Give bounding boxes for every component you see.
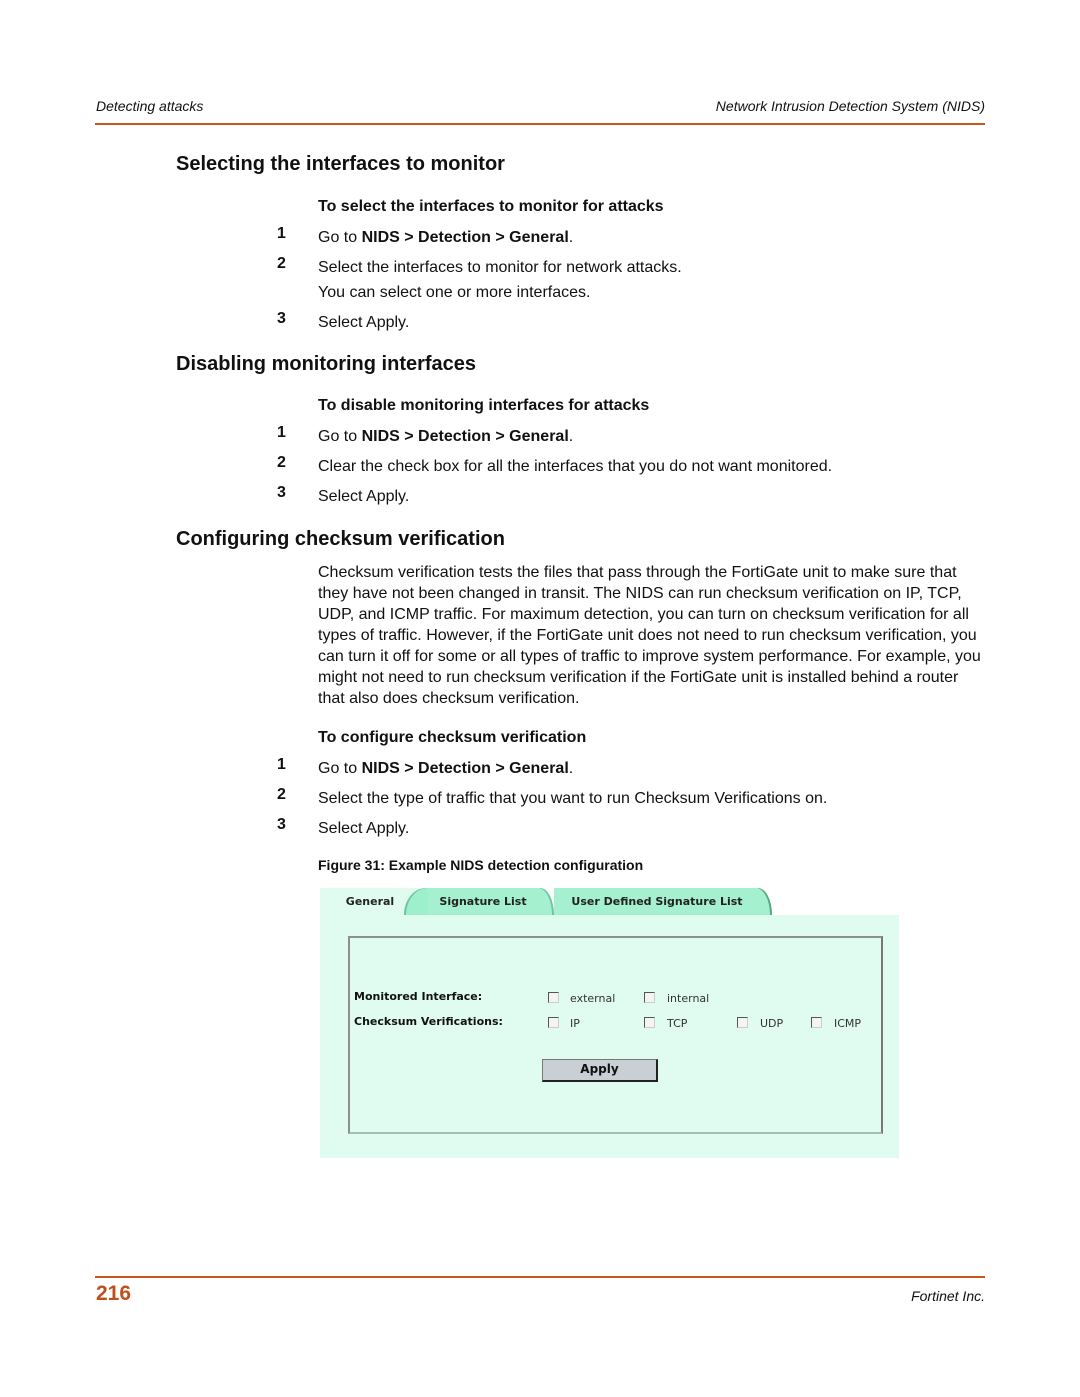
step-number: 2 (277, 454, 286, 471)
step-text: Select Apply. (318, 314, 410, 331)
step-text: Select Apply. (318, 488, 410, 505)
checksum-verifications-label: Checksum Verifications: (354, 1015, 503, 1028)
step-suffix: . (568, 428, 574, 445)
section-heading-checksum: Configuring checksum verification (176, 528, 505, 550)
step-text: Go to (318, 229, 362, 246)
step-text: Select Apply. (318, 820, 410, 837)
menu-path: NIDS > Detection > General (361, 760, 569, 777)
checkbox-ip[interactable] (548, 1017, 559, 1028)
step-number: 1 (277, 225, 286, 242)
checksum-paragraph: Checksum verification tests the files th… (318, 564, 981, 707)
section-heading-disable-interfaces: Disabling monitoring interfaces (176, 353, 477, 375)
tab-signature-list[interactable]: Signature List (424, 888, 554, 915)
procedure-title: To select the interfaces to monitor for … (318, 198, 664, 215)
footer-company: Fortinet Inc. (911, 1288, 985, 1304)
header-rule (95, 123, 985, 125)
figure-caption: Figure 31: Example NIDS detection config… (318, 857, 644, 873)
checkbox-label-tcp: TCP (667, 1017, 688, 1030)
step-number: 3 (277, 484, 286, 501)
step-text: Clear the check box for all the interfac… (318, 458, 833, 475)
tab-user-defined-signature-list[interactable]: User Defined Signature List (554, 888, 772, 915)
footer-rule (95, 1276, 985, 1278)
checkbox-udp[interactable] (737, 1017, 748, 1028)
checkbox-tcp[interactable] (644, 1017, 655, 1028)
step-suffix: . (568, 760, 574, 777)
checkbox-label-external: external (570, 992, 616, 1005)
procedure-title: To disable monitoring interfaces for att… (318, 397, 650, 414)
running-header-title: Network Intrusion Detection System (NIDS… (715, 98, 985, 114)
running-header-chapter: Detecting attacks (96, 98, 204, 114)
step-number: 2 (277, 786, 286, 803)
step-text: Go to (318, 760, 362, 777)
checkbox-icmp[interactable] (811, 1017, 822, 1028)
procedure-title: To configure checksum verification (318, 729, 587, 746)
tab-bar: User Defined Signature List Signature Li… (320, 888, 900, 915)
step-number: 1 (277, 756, 286, 773)
checkbox-external[interactable] (548, 992, 559, 1003)
tab-label: General (345, 895, 395, 908)
tab-general[interactable]: General (320, 888, 428, 915)
apply-button[interactable]: Apply (542, 1059, 658, 1082)
checkbox-label-ip: IP (570, 1017, 580, 1030)
step-suffix: . (568, 229, 574, 246)
step-number: 2 (277, 255, 286, 272)
checkbox-internal[interactable] (644, 992, 655, 1003)
menu-path: NIDS > Detection > General (361, 229, 569, 246)
tab-label: User Defined Signature List (571, 895, 743, 908)
step-number: 3 (277, 816, 286, 833)
step-text: Go to (318, 428, 362, 445)
step-text: Select the interfaces to monitor for net… (318, 259, 682, 276)
menu-path: NIDS > Detection > General (361, 428, 569, 445)
nids-detection-screenshot: User Defined Signature List Signature Li… (320, 888, 900, 1158)
step-text: You can select one or more interfaces. (318, 284, 591, 301)
step-number: 1 (277, 424, 286, 441)
monitored-interface-label: Monitored Interface: (354, 990, 483, 1003)
tab-label: Signature List (439, 895, 527, 908)
step-number: 3 (277, 310, 286, 327)
settings-group-box: Monitored Interface: external internal C… (348, 936, 883, 1134)
checkbox-label-internal: internal (667, 992, 710, 1005)
checkbox-label-icmp: ICMP (834, 1017, 862, 1030)
step-text: Select the type of traffic that you want… (318, 790, 828, 807)
page-number: 216 (96, 1282, 132, 1305)
checkbox-label-udp: UDP (760, 1017, 784, 1030)
section-heading-select-interfaces: Selecting the interfaces to monitor (176, 153, 505, 175)
